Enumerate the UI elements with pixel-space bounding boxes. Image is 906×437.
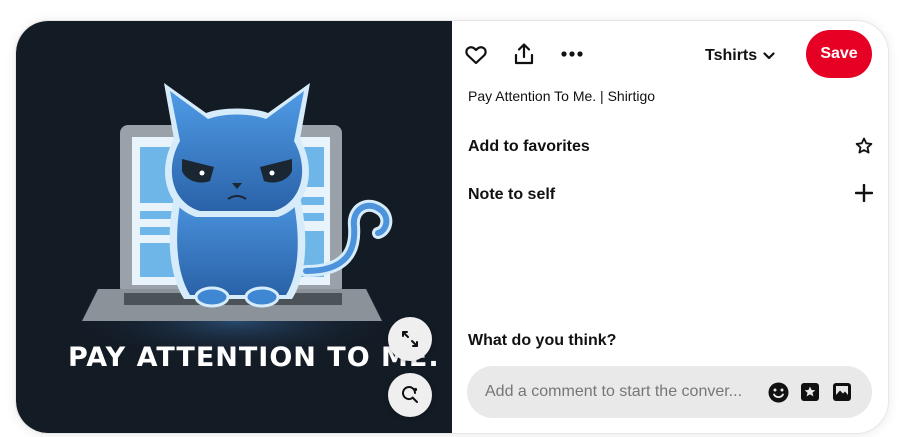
expand-button[interactable]	[388, 317, 432, 361]
image-button[interactable]	[831, 381, 853, 403]
heart-icon	[465, 46, 487, 65]
more-options-button[interactable]	[558, 43, 586, 65]
comment-box[interactable]: Add a comment to start the conver...	[467, 366, 872, 418]
emoji-button[interactable]	[767, 381, 789, 403]
sticker-icon	[801, 383, 819, 401]
plus-icon	[855, 184, 873, 202]
pin-title: Pay Attention To Me. | Shirtigo	[468, 88, 656, 104]
add-to-favorites-button[interactable]	[854, 136, 874, 156]
comments-heading: What do you think?	[468, 332, 617, 349]
save-button[interactable]: Save	[806, 30, 872, 78]
like-button[interactable]	[464, 43, 488, 67]
chevron-down-icon	[763, 52, 775, 60]
share-icon	[514, 43, 534, 65]
visual-search-button[interactable]	[388, 373, 432, 417]
share-button[interactable]	[512, 42, 536, 66]
note-to-self-label[interactable]: Note to self	[468, 186, 555, 204]
note-to-self-button[interactable]	[854, 183, 874, 203]
add-to-favorites-label[interactable]: Add to favorites	[468, 138, 590, 156]
visual-search-icon	[402, 386, 418, 403]
image-icon	[833, 383, 851, 401]
star-outline-icon	[855, 137, 873, 154]
board-selector[interactable]: Tshirts	[705, 45, 775, 67]
expand-arrows-icon	[402, 331, 418, 347]
comment-input[interactable]: Add a comment to start the conver...	[485, 383, 742, 401]
board-name: Tshirts	[705, 47, 758, 64]
artwork-caption: PAY ATTENTION TO ME.	[68, 342, 440, 373]
ellipsis-icon	[561, 51, 583, 57]
emoji-icon	[768, 382, 788, 402]
sticker-button[interactable]	[799, 381, 821, 403]
pin-image[interactable]: PAY ATTENTION TO ME.	[16, 21, 452, 433]
